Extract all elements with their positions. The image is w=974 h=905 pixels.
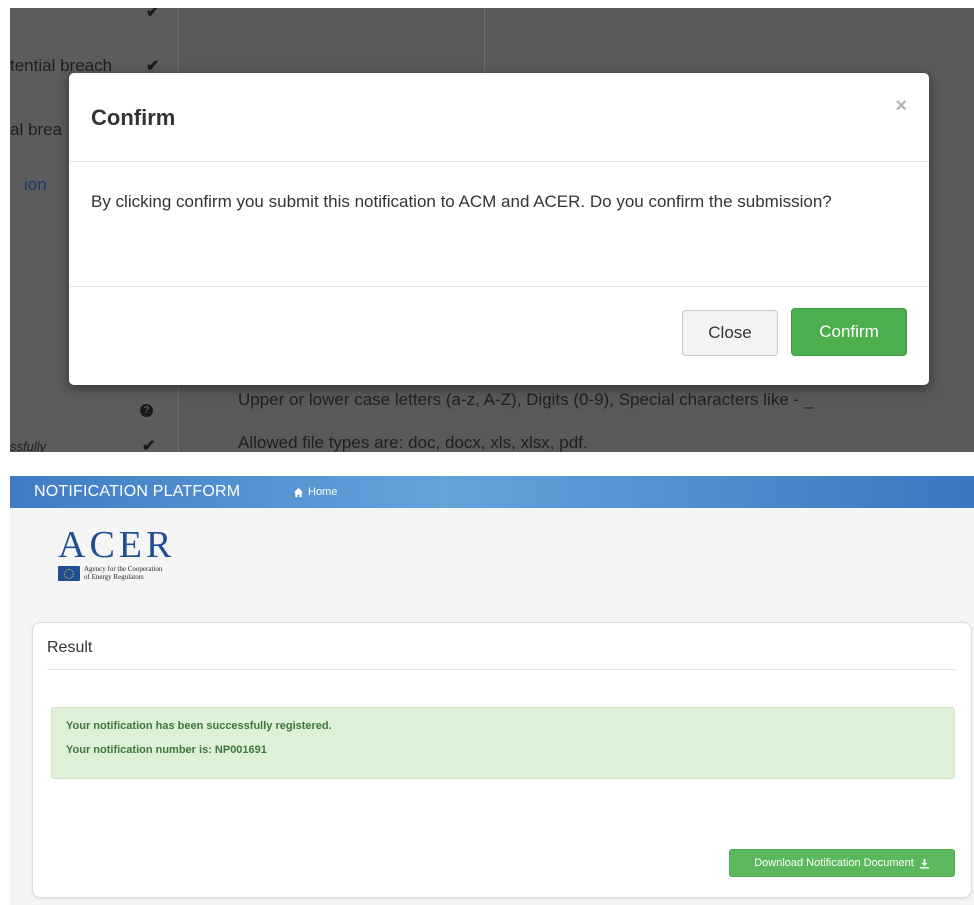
success-alert: Your notification has been successfully …	[51, 707, 955, 779]
close-button[interactable]: Close	[682, 310, 778, 356]
dialog-header: Confirm ×	[69, 73, 929, 162]
navbar-brand[interactable]: NOTIFICATION PLATFORM	[34, 483, 240, 501]
logo-caption: Agency for the Cooperation of Energy Reg…	[84, 565, 162, 581]
eu-flag-icon	[58, 565, 80, 581]
background-text-line: Upper or lower case letters (a-z, A-Z), …	[238, 390, 814, 409]
result-card: Result Your notification has been succes…	[32, 622, 972, 898]
help-icon: ?	[140, 404, 153, 417]
close-icon[interactable]: ×	[895, 95, 907, 118]
dialog-body: By clicking confirm you submit this noti…	[69, 162, 929, 287]
dialog-title: Confirm	[91, 105, 176, 130]
confirm-dialog: Confirm × By clicking confirm you submit…	[69, 73, 929, 385]
download-button-label: Download Notification Document	[754, 857, 914, 869]
download-icon	[919, 858, 929, 869]
notification-number: Your notification number is: NP001691	[66, 744, 267, 756]
check-icon: ✔	[142, 438, 156, 452]
sidebar-item-success: ssfully	[10, 439, 47, 452]
logo-caption-line: Agency for the Cooperation	[84, 565, 163, 573]
acer-logo: ACER Agency for the Cooperation of Energ…	[58, 526, 175, 581]
result-title: Result	[47, 639, 93, 656]
logo-wordmark: ACER	[58, 524, 176, 566]
nav-home-label: Home	[308, 486, 338, 498]
confirm-button[interactable]: Confirm	[791, 308, 907, 356]
navbar: NOTIFICATION PLATFORM Home	[10, 476, 974, 508]
success-message: Your notification has been successfully …	[66, 720, 332, 732]
sidebar-item-actual-breach[interactable]: al brea	[10, 120, 62, 140]
dialog-message: By clicking confirm you submit this noti…	[91, 192, 832, 211]
result-page: NOTIFICATION PLATFORM Home ACER Agency f…	[10, 476, 974, 905]
dialog-footer: Close Confirm	[69, 287, 929, 383]
home-icon	[293, 487, 304, 497]
logo-caption-line: of Energy Regulators	[84, 573, 144, 581]
sidebar-item-submission[interactable]: ion	[24, 175, 47, 195]
check-icon: ✔	[146, 8, 160, 21]
logo-subline: Agency for the Cooperation of Energy Reg…	[58, 565, 175, 581]
background-text-line: Allowed file types are: doc, docx, xls, …	[238, 433, 588, 452]
divider	[47, 669, 955, 670]
download-notification-button[interactable]: Download Notification Document	[729, 849, 955, 877]
modal-screenshot: tential breach ✔ ✔ al brea ion ? ssfully…	[10, 8, 974, 452]
nav-home-link[interactable]: Home	[293, 486, 337, 498]
